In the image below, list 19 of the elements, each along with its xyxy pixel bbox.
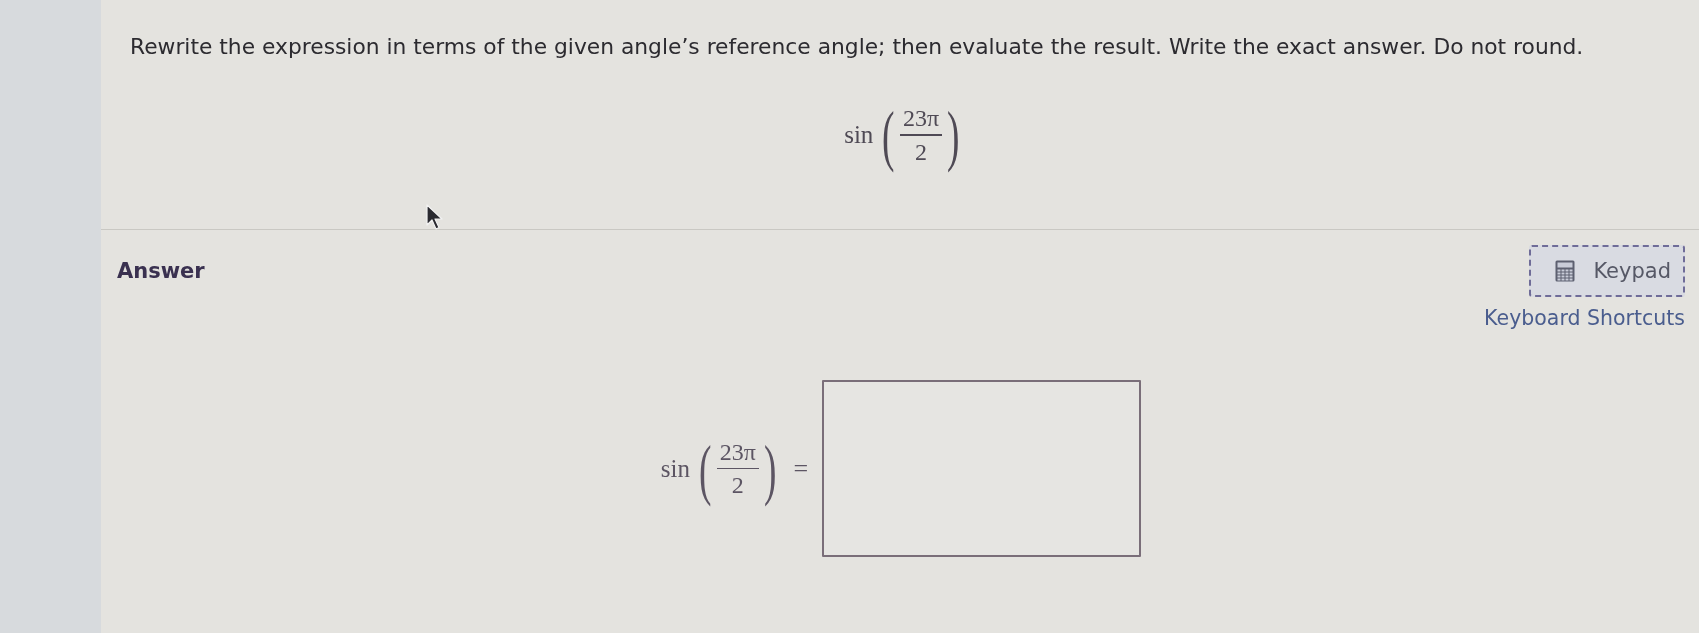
calculator-icon xyxy=(1555,260,1576,282)
keyboard-shortcuts-link[interactable]: Keyboard Shortcuts xyxy=(1484,306,1685,330)
right-parenthesis: ) xyxy=(763,432,777,505)
fraction-denominator: 2 xyxy=(730,471,745,500)
sine-function: sin xyxy=(844,121,874,149)
fraction-bar xyxy=(716,467,759,470)
keypad-button[interactable]: Keypad xyxy=(1529,245,1685,297)
answer-box[interactable] xyxy=(822,380,1142,557)
question-prompt: Rewrite the expression in terms of the given angle’s reference angle; then evaluate the result. Write the exact answer. Do not round. xyxy=(130,33,1585,61)
sine-function: sin xyxy=(660,454,691,483)
left-parenthesis: ( xyxy=(699,432,712,505)
fraction-numerator: 23π xyxy=(718,437,757,466)
fraction-numerator: 23π xyxy=(902,104,941,133)
equals-sign: = xyxy=(793,453,809,484)
left-parenthesis: ( xyxy=(882,99,895,171)
fraction-denominator: 2 xyxy=(914,137,929,166)
mouse-pointer-icon xyxy=(426,204,444,230)
right-parenthesis: ) xyxy=(947,99,960,171)
answer-heading: Answer xyxy=(117,259,205,283)
